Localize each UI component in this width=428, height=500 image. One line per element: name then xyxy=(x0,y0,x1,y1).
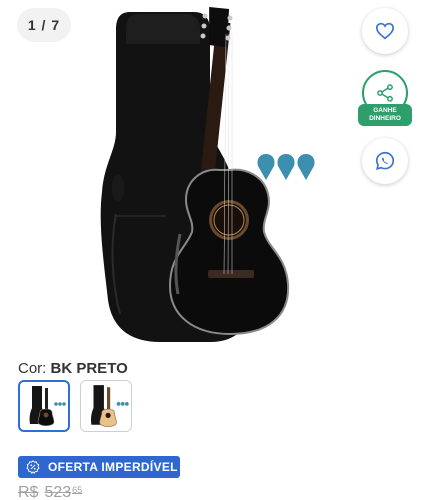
whatsapp-icon xyxy=(375,151,395,170)
share-icon xyxy=(377,84,393,102)
color-option-natural[interactable] xyxy=(80,380,132,432)
favorite-button[interactable] xyxy=(362,8,408,54)
color-value: BK PRETO xyxy=(50,360,128,377)
product-gallery[interactable]: 1 / 7 GANHE DINHEIRO xyxy=(0,0,428,352)
earn-money-badge[interactable]: GANHE DINHEIRO xyxy=(358,104,412,126)
earn-line1: GANHE xyxy=(373,107,397,114)
color-option-bk-preto[interactable] xyxy=(18,380,70,432)
thumbnail-natural-guitar xyxy=(91,385,129,427)
image-counter: 1 / 7 xyxy=(17,8,71,42)
heart-icon xyxy=(375,22,395,40)
old-price-whole: 523 xyxy=(44,484,72,500)
thumbnail-black-guitar xyxy=(29,386,66,427)
color-selection-label: Cor: BK PRETO xyxy=(18,360,128,377)
color-label: Cor: xyxy=(18,360,47,377)
earn-line2: DINHEIRO xyxy=(369,115,401,122)
discount-icon xyxy=(26,460,40,474)
old-price-cents: 65 xyxy=(72,485,83,495)
old-price: R$ 52365 xyxy=(18,484,82,500)
whatsapp-share-button[interactable] xyxy=(362,138,408,184)
offer-badge: OFERTA IMPERDÍVEL xyxy=(18,456,180,478)
old-price-currency: R$ xyxy=(18,484,39,500)
offer-badge-text: OFERTA IMPERDÍVEL xyxy=(48,460,178,474)
product-main-image[interactable] xyxy=(90,4,340,344)
